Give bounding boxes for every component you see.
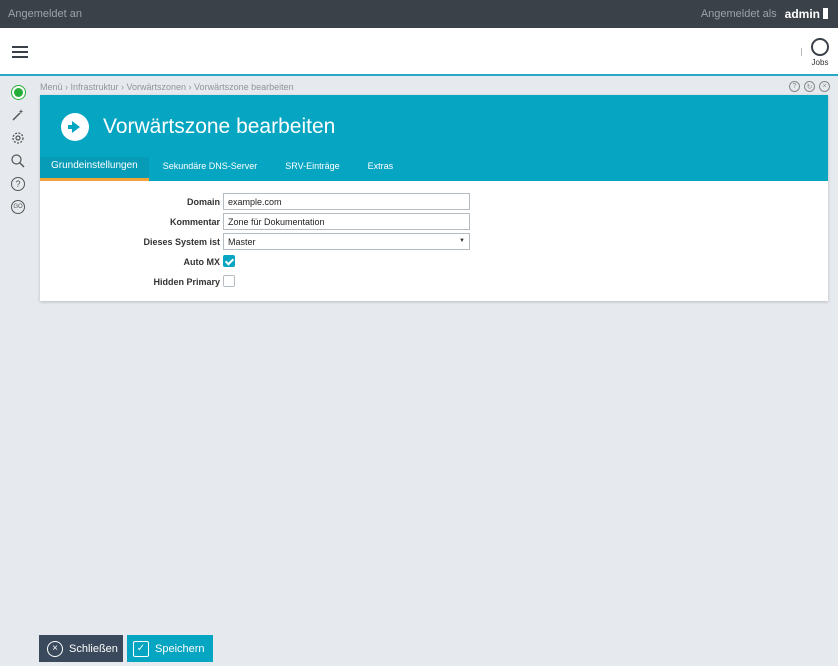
tab-grundeinstellungen[interactable]: Grundeinstellungen [40, 157, 149, 181]
hidden-primary-checkbox[interactable] [223, 275, 235, 287]
breadcrumb[interactable]: Menü › Infrastruktur › Vorwärtszonen › V… [40, 82, 294, 92]
comment-label: Kommentar [169, 217, 220, 227]
save-button[interactable]: ✓ Speichern [127, 635, 213, 662]
logged-in-to-label: Angemeldet an [8, 8, 82, 20]
auto-mx-label: Auto MX [183, 257, 221, 267]
close-circle-icon: × [47, 640, 63, 657]
settings-gear-icon[interactable] [10, 130, 26, 146]
arrow-right-icon [61, 113, 89, 141]
domain-label: Domain [186, 197, 220, 207]
comment-row: Kommentar Zone für Dokumentation [40, 213, 828, 230]
page-title: Vorwärtszone bearbeiten [103, 115, 336, 138]
tab-extras[interactable]: Extras [354, 157, 408, 181]
tab-srv-eintraege[interactable]: SRV-Einträge [271, 157, 353, 181]
panel-header: Vorwärtszone bearbeiten Grundeinstellung… [40, 95, 828, 181]
system-role-row: Dieses System ist Master [40, 233, 828, 250]
save-button-label: Speichern [155, 642, 205, 655]
panel-actions: ? ↻ × [789, 81, 830, 92]
wizard-icon[interactable] [10, 107, 26, 123]
help-icon[interactable]: ? [10, 176, 26, 192]
close-icon[interactable]: × [819, 81, 830, 92]
hidden-primary-label: Hidden Primary [153, 277, 220, 287]
domain-row: Domain example.com [40, 193, 828, 210]
auto-mx-checkbox[interactable] [223, 255, 235, 267]
search-icon[interactable] [10, 153, 26, 169]
tab-sekundaere-dns-server[interactable]: Sekundäre DNS-Server [149, 157, 272, 181]
close-button-label: Schließen [69, 642, 118, 655]
jobs-label: Jobs [811, 58, 829, 67]
close-button[interactable]: × Schließen [39, 635, 123, 662]
system-role-value: Master [228, 237, 256, 247]
system-role-select[interactable]: Master [223, 233, 470, 250]
user-area: Angemeldet als admin [701, 7, 830, 21]
username[interactable]: admin [785, 7, 830, 21]
save-check-icon: ✓ [133, 640, 149, 657]
edit-panel: Vorwärtszone bearbeiten Grundeinstellung… [40, 95, 828, 301]
refresh-icon[interactable]: ↻ [804, 81, 815, 92]
go-icon[interactable]: GO [10, 199, 26, 215]
menu-icon[interactable] [12, 46, 28, 58]
logged-in-as-label: Angemeldet als [700, 8, 777, 20]
domain-field[interactable]: example.com [223, 193, 470, 210]
left-toolbar: ? GO [10, 84, 28, 222]
jobs-button[interactable]: Jobs [810, 38, 830, 67]
top-status-bar: Angemeldet an Angemeldet als admin [0, 0, 838, 28]
logout-icon[interactable] [823, 8, 830, 19]
header-divider [801, 48, 802, 56]
help-icon[interactable]: ? [789, 81, 800, 92]
hidden-primary-row: Hidden Primary [40, 273, 828, 290]
app-header: Jobs [0, 28, 838, 76]
tab-bar: Grundeinstellungen Sekundäre DNS-Server … [40, 157, 407, 181]
jobs-icon [811, 38, 829, 56]
auto-mx-row: Auto MX [40, 253, 828, 270]
status-indicator-icon[interactable] [10, 84, 26, 100]
system-role-label: Dieses System ist [143, 237, 220, 247]
comment-field[interactable]: Zone für Dokumentation [223, 213, 470, 230]
